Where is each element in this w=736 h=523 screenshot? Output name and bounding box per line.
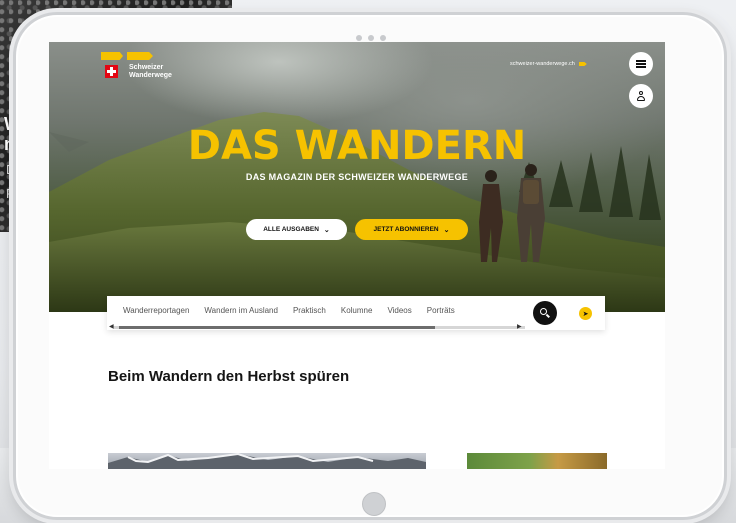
hero-image: Schweizer Wanderwege schweizer-wanderweg… <box>49 42 665 312</box>
all-issues-button[interactable]: ALLE AUSGABEN ⌄ <box>246 219 347 240</box>
chevron-down-icon: ⌄ <box>323 226 330 234</box>
share-button[interactable]: ➤ <box>579 307 592 320</box>
search-button[interactable] <box>533 301 557 325</box>
nav-scrollbar-thumb[interactable] <box>119 326 435 329</box>
subscribe-label: JETZT ABONNIEREN <box>373 226 439 233</box>
share-icon: ➤ <box>582 309 589 318</box>
site-url-link[interactable]: schweizer-wanderwege.ch <box>510 61 587 67</box>
signpost-arrow-icon <box>127 52 153 60</box>
hamburger-menu-icon <box>636 60 646 68</box>
nav-item-wanderreportagen[interactable]: Wanderreportagen <box>123 306 189 315</box>
all-issues-label: ALLE AUSGABEN <box>263 226 319 233</box>
signpost-icon <box>101 52 123 82</box>
article-teaser-image[interactable] <box>467 453 607 469</box>
snowy-peaks-image <box>108 453 426 469</box>
logo-line-2: Wanderwege <box>129 72 172 79</box>
user-icon <box>636 91 646 101</box>
subscribe-button[interactable]: JETZT ABONNIEREN ⌄ <box>355 219 468 240</box>
nav-item-wandern-im-ausland[interactable]: Wandern im Ausland <box>204 306 278 315</box>
article-teaser-image[interactable] <box>108 453 426 469</box>
category-nav: Wanderreportagen Wandern im Ausland Prak… <box>107 296 605 330</box>
nav-item-videos[interactable]: Videos <box>387 306 411 315</box>
magazine-subtitle: DAS MAGAZIN DER SCHWEIZER WANDERWEGE <box>245 172 469 182</box>
category-nav-items: Wanderreportagen Wandern im Ausland Prak… <box>123 306 455 315</box>
magazine-title: DAS WANDERN <box>187 123 527 169</box>
nav-item-praktisch[interactable]: Praktisch <box>293 306 326 315</box>
home-button[interactable] <box>362 492 386 516</box>
tablet-screen: Schweizer Wanderwege schweizer-wanderweg… <box>49 42 665 469</box>
nav-item-kolumne[interactable]: Kolumne <box>341 306 373 315</box>
site-url-text: schweizer-wanderwege.ch <box>510 61 575 67</box>
logo-line-1: Schweizer <box>129 64 164 71</box>
camera-dots <box>356 35 386 41</box>
arrow-right-icon <box>578 62 587 66</box>
menu-button[interactable] <box>629 52 653 76</box>
search-icon <box>540 308 550 318</box>
chevron-down-icon: ⌄ <box>443 226 450 234</box>
logo-text: Schweizer Wanderwege <box>129 64 172 80</box>
scroll-right-icon[interactable]: ▶ <box>517 324 522 330</box>
swiss-flag-icon <box>105 65 118 78</box>
user-account-button[interactable] <box>629 84 653 108</box>
scroll-left-icon[interactable]: ◀ <box>109 324 114 330</box>
section-heading: Beim Wandern den Herbst spüren <box>108 368 350 385</box>
site-logo[interactable]: Schweizer Wanderwege <box>101 52 172 82</box>
nav-item-portraits[interactable]: Porträts <box>427 306 455 315</box>
